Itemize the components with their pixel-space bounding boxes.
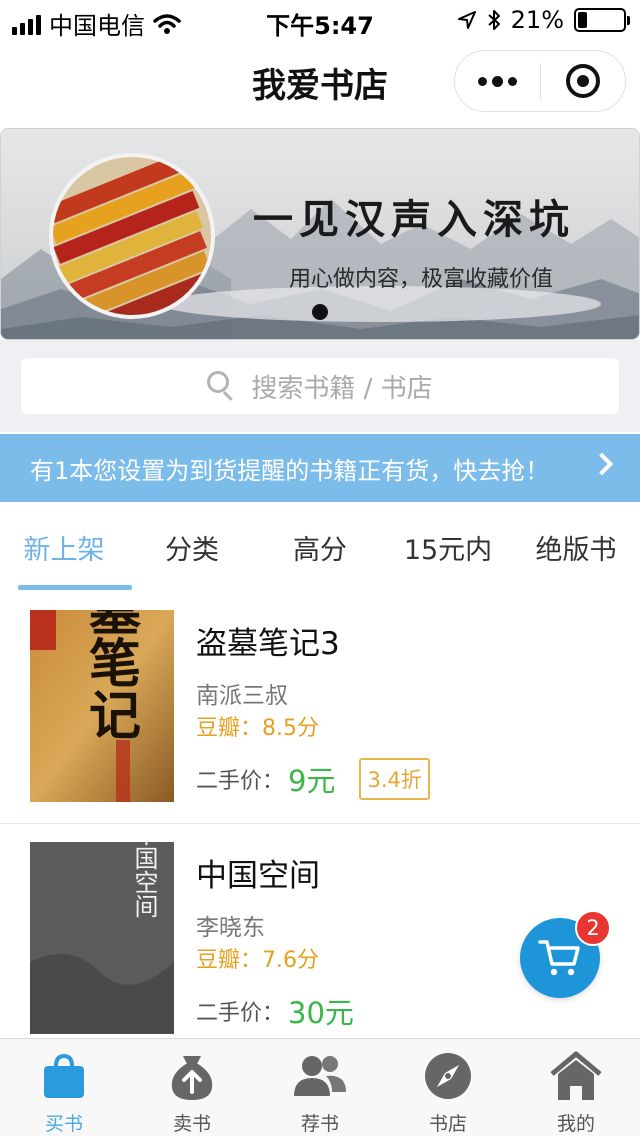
tabbar-item-buy[interactable]: 买书 — [0, 1039, 128, 1136]
battery-icon — [574, 8, 630, 32]
more-dot-icon — [478, 76, 487, 86]
more-dot-icon — [508, 76, 517, 86]
battery-percent: 21% — [510, 6, 564, 34]
price-label: 二手价： — [196, 1001, 285, 1026]
tab-categories[interactable]: 分类 — [128, 502, 256, 592]
book-author: 南派三叔 — [196, 683, 288, 709]
battery-fill — [578, 12, 588, 28]
banner-subtitle: 用心做内容，极富收藏价值 — [289, 267, 554, 292]
mini-program-capsule — [454, 50, 626, 112]
tab-high-rating[interactable]: 高分 — [256, 502, 384, 592]
price-value: 9元 — [288, 764, 336, 798]
book-price-row: 二手价： 30元 — [196, 990, 374, 1032]
search-area: 搜索书籍 / 书店 — [0, 340, 640, 432]
close-mini-program-button[interactable] — [541, 51, 625, 111]
discount-badge: 3.4折 — [359, 758, 430, 800]
book-author: 李晓东 — [196, 915, 265, 941]
banner-carousel[interactable]: 一见汉声入深坑 用心做内容，极富收藏价值 — [0, 128, 640, 340]
book-title: 中国空间 — [196, 858, 320, 894]
tabbar-item-recommend[interactable]: 荐书 — [256, 1039, 384, 1136]
book-cover-image: 中国空间 — [30, 842, 174, 1034]
featured-book-image — [49, 153, 215, 319]
tab-label: 新上架 — [23, 534, 105, 566]
carousel-indicator-dot[interactable] — [312, 304, 328, 320]
bottom-tab-bar: 买书 卖书 荐书 书店 我的 — [0, 1038, 640, 1136]
tabbar-label: 我的 — [556, 1113, 595, 1135]
search-icon — [207, 371, 237, 401]
search-input[interactable]: 搜索书籍 / 书店 — [21, 358, 619, 414]
book-rating: 豆瓣：7.6分 — [196, 948, 319, 973]
price-label: 二手价： — [196, 769, 285, 794]
tabbar-item-mine[interactable]: 我的 — [512, 1039, 640, 1136]
book-price-row: 二手价： 9元 3.4折 — [196, 758, 430, 800]
tabbar-label: 荐书 — [300, 1113, 339, 1135]
more-dot-icon — [492, 75, 503, 87]
tab-label: 高分 — [293, 534, 347, 566]
category-tabs: 新上架 分类 高分 15元内 绝版书 — [0, 502, 640, 592]
tab-label: 15元内 — [403, 534, 493, 566]
price-value: 30元 — [288, 996, 354, 1030]
location-arrow-icon — [457, 11, 476, 29]
book-cover-image: 盗墓笔记 — [30, 610, 174, 802]
compass-icon — [420, 1049, 476, 1103]
restock-notice-banner[interactable]: 有1本您设置为到货提醒的书籍正有货，快去抢！ — [0, 434, 640, 502]
book-stack-graphic — [53, 157, 211, 315]
tabbar-label: 卖书 — [172, 1113, 211, 1135]
search-placeholder: 搜索书籍 / 书店 — [251, 373, 433, 404]
tabbar-item-bookstore[interactable]: 书店 — [384, 1039, 512, 1136]
tab-under-15[interactable]: 15元内 — [384, 502, 512, 592]
home-icon — [548, 1049, 604, 1103]
tabbar-label: 买书 — [44, 1113, 83, 1135]
cover-title-text: 盗墓笔记 — [80, 610, 141, 740]
book-title: 盗墓笔记3 — [196, 626, 340, 662]
target-icon — [565, 64, 600, 98]
status-bar: 中国电信 下午5:47 21% — [0, 0, 640, 40]
status-right: 21% — [457, 6, 630, 34]
chevron-right-icon — [590, 452, 614, 476]
notice-text: 有1本您设置为到货提醒的书籍正有货，快去抢！ — [30, 456, 550, 485]
cover-title-text: 中国空间 — [130, 842, 158, 918]
tabbar-item-sell[interactable]: 卖书 — [128, 1039, 256, 1136]
tab-out-of-print[interactable]: 绝版书 — [512, 502, 640, 592]
tab-label: 分类 — [165, 534, 219, 566]
book-list-item[interactable]: 盗墓笔记 盗墓笔记3 南派三叔 豆瓣：8.5分 二手价： 9元 3.4折 — [0, 592, 640, 824]
banner-headline: 一见汉声入深坑 — [253, 196, 575, 243]
book-rating: 豆瓣：8.5分 — [196, 716, 319, 741]
nav-bar: 我爱书店 — [0, 40, 640, 126]
tab-label: 绝版书 — [535, 534, 617, 566]
shopping-bag-icon — [36, 1049, 92, 1103]
cart-count-badge: 2 — [575, 910, 611, 946]
bluetooth-icon — [487, 10, 500, 30]
people-icon — [292, 1049, 348, 1103]
tab-new-arrivals[interactable]: 新上架 — [0, 502, 132, 592]
more-menu-button[interactable] — [455, 51, 540, 111]
money-bag-icon — [164, 1049, 220, 1103]
cart-icon — [538, 940, 580, 976]
tabbar-label: 书店 — [428, 1113, 467, 1135]
